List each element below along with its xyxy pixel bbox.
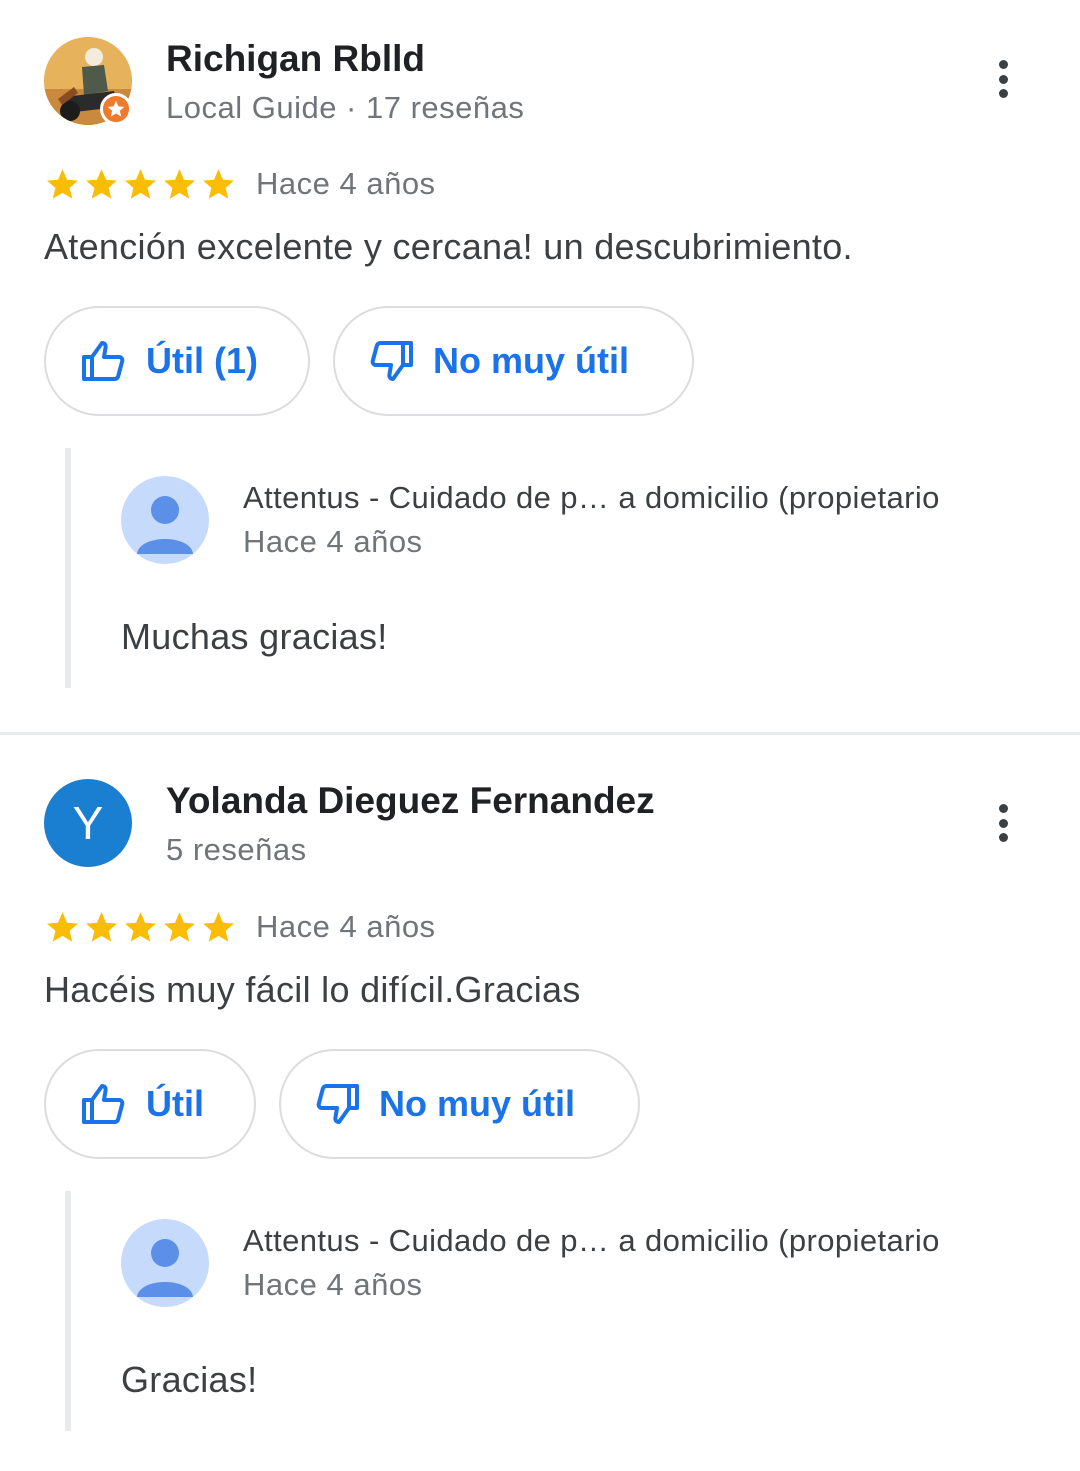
owner-name: Attentus - Cuidado de p… a domicilio (pr… — [243, 480, 940, 515]
reviewer-meta: Local Guide · 17 reseñas — [166, 90, 525, 125]
more-options-button[interactable] — [980, 800, 1026, 846]
not-helpful-button[interactable]: No muy útil — [279, 1049, 640, 1159]
reply-text: Muchas gracias! — [121, 616, 388, 657]
reply-date: Hace 4 años — [243, 524, 423, 559]
star-icon — [203, 912, 234, 942]
owner-name: Attentus - Cuidado de p… a domicilio (pr… — [243, 1223, 940, 1258]
review-card: Richigan Rblld Local Guide · 17 reseñas … — [0, 0, 1080, 734]
thumb-up-icon — [82, 1084, 125, 1124]
review-divider — [0, 732, 1080, 735]
star-rating — [44, 909, 237, 947]
star-icon — [125, 912, 156, 942]
helpful-button[interactable]: Útil (1) — [44, 306, 310, 416]
owner-reply: Attentus - Cuidado de p… a domicilio (pr… — [65, 1191, 1055, 1431]
owner-reply: Attentus - Cuidado de p… a domicilio (pr… — [65, 448, 1055, 688]
review-text: Atención excelente y cercana! un descubr… — [44, 226, 853, 267]
reply-date: Hace 4 años — [243, 1267, 423, 1302]
star-icon — [86, 912, 117, 942]
star-rating — [44, 166, 237, 204]
star-icon — [203, 169, 234, 199]
thumb-down-icon — [370, 341, 413, 381]
local-guide-badge-icon — [100, 93, 132, 125]
reviewer-meta: 5 reseñas — [166, 832, 307, 867]
star-icon — [164, 912, 195, 942]
not-helpful-button[interactable]: No muy útil — [333, 306, 694, 416]
review-text: Hacéis muy fácil lo difícil.Gracias — [44, 969, 581, 1010]
star-icon — [125, 169, 156, 199]
review-date: Hace 4 años — [256, 909, 436, 944]
star-icon — [86, 169, 117, 199]
not-helpful-label: No muy útil — [379, 1083, 575, 1124]
helpful-label: Útil — [146, 1083, 204, 1124]
reviewer-avatar[interactable]: Y — [44, 779, 132, 867]
reviewer-name[interactable]: Richigan Rblld — [166, 38, 425, 80]
reviewer-name[interactable]: Yolanda Dieguez Fernandez — [166, 780, 655, 822]
helpful-button[interactable]: Útil — [44, 1049, 256, 1159]
thumb-up-icon — [82, 341, 125, 381]
more-vert-icon — [998, 804, 1008, 813]
more-vert-icon — [998, 60, 1008, 69]
not-helpful-label: No muy útil — [433, 340, 629, 381]
person-icon — [137, 496, 193, 554]
review-card: Y Yolanda Dieguez Fernandez 5 reseñas Ha… — [0, 736, 1080, 1471]
reply-text: Gracias! — [121, 1359, 258, 1400]
thumb-down-icon — [316, 1084, 359, 1124]
star-icon — [47, 169, 78, 199]
owner-avatar — [121, 476, 209, 564]
helpful-label: Útil (1) — [146, 340, 258, 381]
star-icon — [47, 912, 78, 942]
review-date: Hace 4 años — [256, 166, 436, 201]
more-options-button[interactable] — [980, 56, 1026, 102]
person-icon — [137, 1239, 193, 1297]
owner-avatar — [121, 1219, 209, 1307]
star-icon — [164, 169, 195, 199]
